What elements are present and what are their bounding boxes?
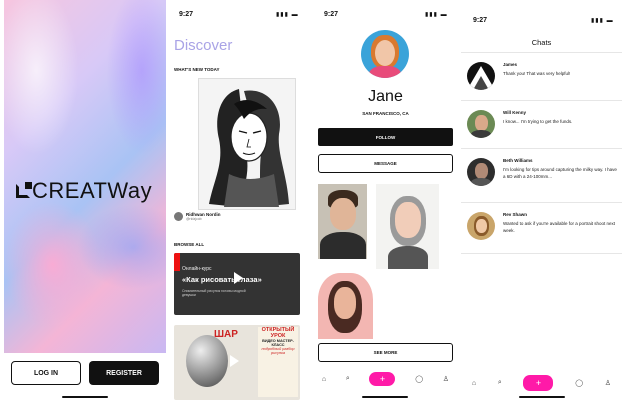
chat-row[interactable]: James Thank you! That was very helpful! — [461, 52, 622, 101]
avatar-shirt — [369, 66, 401, 78]
status-time: 9:27 — [473, 17, 488, 24]
chat-name: James — [503, 62, 518, 67]
page-title: Discover — [174, 37, 233, 54]
battery-icon: ▬ — [606, 18, 614, 24]
profile-location: SAN FRANCISCO, CA — [362, 111, 409, 116]
profile-icon[interactable]: ♙ — [605, 379, 611, 387]
card-title: «Как рисовать глаза» — [182, 275, 262, 284]
chat-name: Will Kenny — [503, 110, 526, 115]
portfolio-artwork-3[interactable] — [318, 273, 373, 339]
chat-name: Rev Shawn — [503, 212, 528, 217]
chat-message: Wanted to ask if you're available for a … — [503, 221, 616, 233]
profile-screen: 9:27 ▮▮▮ ▬ Jane SAN FRANCISCO, CA FOLLOW… — [312, 0, 459, 403]
app-logo: CREATWay — [16, 178, 152, 204]
author-avatar — [174, 212, 183, 221]
chat-message: I'm looking for tips around capturing th… — [503, 167, 617, 179]
chats-screen: 9:27 ▮▮▮ ▬ Chats James Thank you! That w… — [461, 0, 622, 403]
card-side-panel: ОТКРЫТЫЙ УРОК ВИДЕО МАСТЕР-КЛАСС подробн… — [258, 327, 298, 397]
plus-icon[interactable]: + — [369, 372, 396, 386]
home-icon[interactable]: ⌂ — [322, 376, 326, 383]
logo-mark-icon — [16, 182, 32, 198]
home-indicator — [362, 396, 408, 398]
search-icon[interactable]: ⌕ — [346, 375, 350, 383]
chat-message: Thank you! That was very helpful! — [503, 71, 571, 76]
chat-name: Beth Williams — [503, 158, 533, 163]
status-time: 9:27 — [324, 11, 339, 18]
card-subtitle: Снимательный рисунок головы модной девуш… — [182, 289, 246, 297]
course-card-sphere[interactable]: ШАР ОТКРЫТЫЙ УРОК ВИДЕО МАСТЕР-КЛАСС под… — [174, 325, 300, 400]
profile-avatar — [361, 30, 409, 78]
profile-name: Jane — [368, 88, 403, 105]
featured-artwork[interactable] — [198, 78, 296, 210]
course-card-eyes[interactable]: Онлайн-курс «Как рисовать глаза» Снимате… — [174, 253, 300, 315]
home-indicator — [519, 396, 565, 398]
author-handle: @ridzjcob — [186, 217, 202, 221]
discover-screen: 9:27 ▮▮▮ ▬ Discover WHAT'S NEW TODAY Rid… — [168, 0, 308, 403]
card-side-subtitle: ВИДЕО МАСТЕР-КЛАСС — [262, 339, 294, 347]
signal-icon: ▮▮▮ — [276, 12, 289, 18]
card-title: ШАР — [214, 329, 238, 340]
artwork-author[interactable]: Ridhwan Nordin @ridzjcob — [174, 212, 221, 221]
portfolio-artwork-1[interactable] — [318, 184, 367, 259]
status-icons: ▮▮▮ ▬ — [276, 11, 299, 18]
chat-avatar — [467, 212, 495, 240]
card-side-title: ОТКРЫТЫЙ УРОК — [261, 327, 295, 339]
signal-icon: ▮▮▮ — [591, 18, 604, 24]
card-side-italic: подробный разбор рисунка — [261, 347, 295, 355]
register-button[interactable]: REGISTER — [89, 361, 159, 385]
logo-text: CREATWay — [32, 178, 153, 203]
play-icon[interactable] — [234, 272, 243, 284]
chat-message: I know... I'm trying to get the funds. — [503, 119, 573, 124]
login-button[interactable]: LOG IN — [11, 361, 81, 385]
section-label-browse: BROWSE ALL — [174, 242, 205, 247]
profile-icon[interactable]: ♙ — [443, 375, 449, 383]
portfolio-artwork-2[interactable] — [376, 184, 439, 269]
chat-row[interactable]: Beth Williams I'm looking for tips aroun… — [461, 148, 622, 203]
chat-avatar — [467, 62, 495, 90]
tab-bar: ⌂ ⌕ + ◯ ♙ — [461, 375, 622, 391]
plus-icon[interactable]: + — [523, 375, 554, 391]
chat-row[interactable]: Rev Shawn Wanted to ask if you're availa… — [461, 202, 622, 254]
marble-background — [4, 0, 166, 353]
sphere-drawing — [186, 335, 228, 387]
battery-icon: ▬ — [440, 12, 448, 18]
battery-icon: ▬ — [291, 12, 299, 18]
card-accent — [174, 253, 180, 271]
chat-icon[interactable]: ◯ — [575, 379, 583, 387]
follow-button[interactable]: FOLLOW — [318, 128, 453, 146]
home-icon[interactable]: ⌂ — [472, 380, 476, 387]
status-icons: ▮▮▮ ▬ — [591, 17, 614, 24]
status-time: 9:27 — [179, 11, 194, 18]
chat-icon[interactable]: ◯ — [415, 375, 423, 383]
see-more-button[interactable]: SEE MORE — [318, 343, 453, 362]
play-icon[interactable] — [230, 355, 239, 367]
section-label-whats-new: WHAT'S NEW TODAY — [174, 67, 220, 72]
avatar-face — [375, 40, 395, 66]
chat-avatar — [467, 110, 495, 138]
signal-icon: ▮▮▮ — [425, 12, 438, 18]
status-icons: ▮▮▮ ▬ — [425, 11, 448, 18]
chat-avatar — [467, 158, 495, 186]
message-button[interactable]: MESSAGE — [318, 154, 453, 173]
splash-screen: CREATWay LOG IN REGISTER — [4, 0, 166, 403]
search-icon[interactable]: ⌕ — [498, 379, 502, 387]
tab-bar: ⌂ ⌕ + ◯ ♙ — [312, 372, 459, 386]
home-indicator — [62, 396, 108, 398]
page-title: Chats — [531, 38, 552, 47]
auth-buttons: LOG IN REGISTER — [11, 361, 159, 385]
chat-row[interactable]: Will Kenny I know... I'm trying to get t… — [461, 100, 622, 149]
sketch-illustration — [209, 89, 289, 207]
card-kicker: Онлайн-курс — [182, 266, 212, 272]
